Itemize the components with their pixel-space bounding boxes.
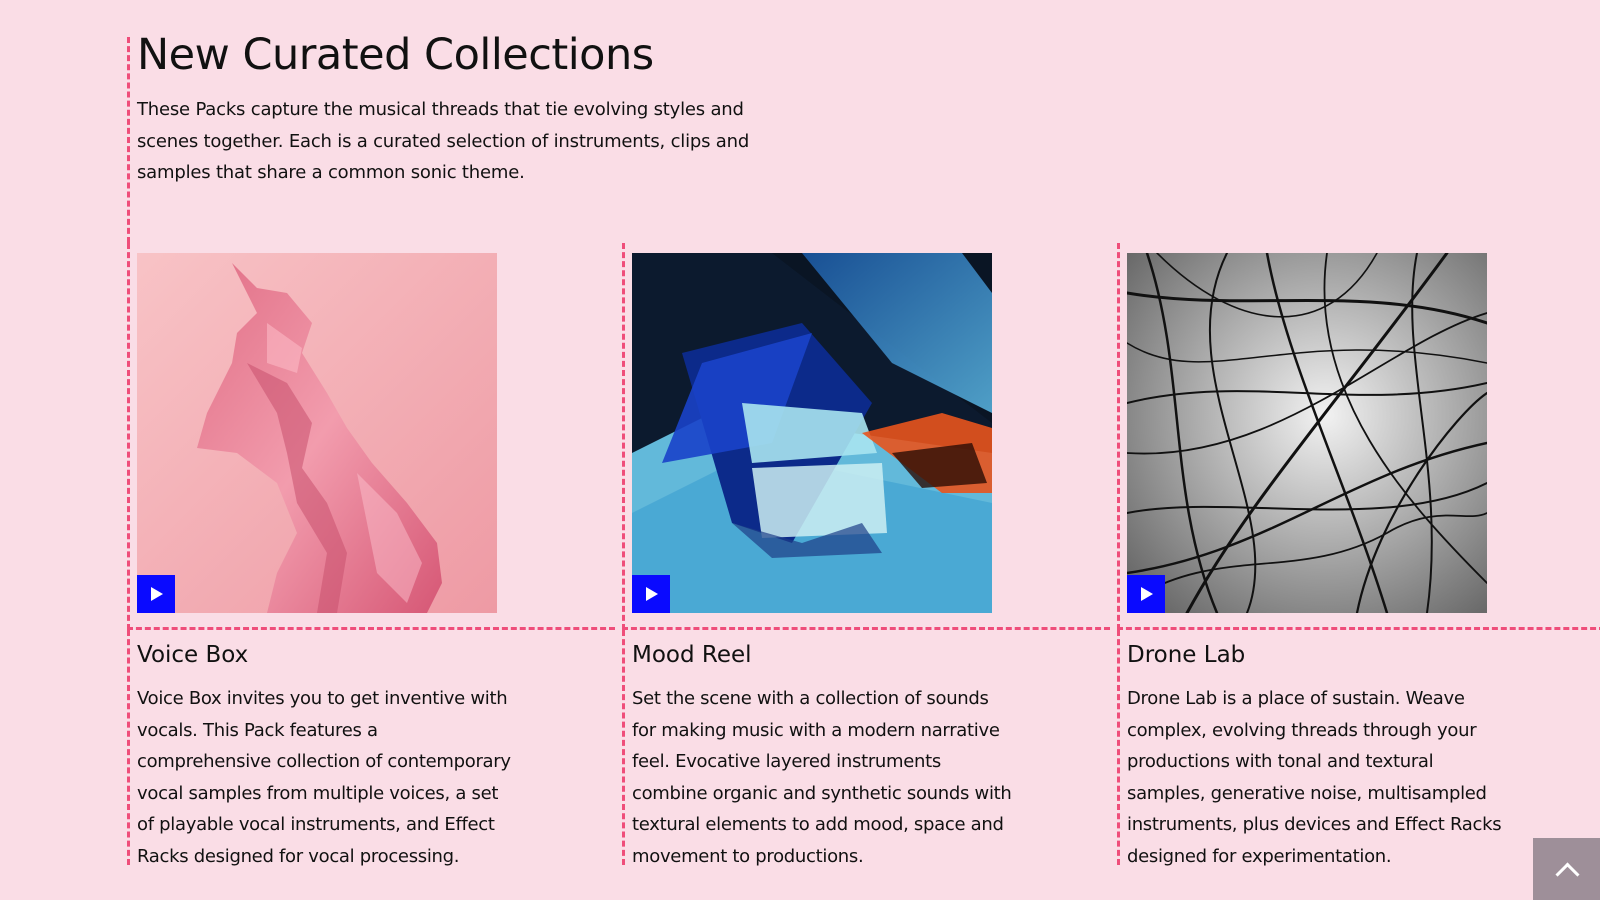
pack-text-zone: Drone Lab Drone Lab is a place of sustai… (1117, 630, 1600, 867)
pack-image-voice-box[interactable] (137, 253, 497, 613)
play-icon (646, 587, 658, 601)
pack-image-zone (622, 243, 1110, 630)
play-button[interactable] (137, 575, 175, 613)
pack-text-zone: Mood Reel Set the scene with a collectio… (622, 630, 1110, 867)
pink-fabric-image (137, 253, 497, 613)
pack-description: Drone Lab is a place of sustain. Weave c… (1127, 688, 1502, 867)
chevron-up-icon (1555, 862, 1580, 887)
pack-title[interactable]: Drone Lab (1127, 640, 1600, 670)
page: New Curated Collections These Packs capt… (0, 0, 1600, 900)
play-button[interactable] (632, 575, 670, 613)
pack-card-drone-lab: Drone Lab Drone Lab is a place of sustai… (1117, 243, 1600, 867)
pack-card-voice-box: Voice Box Voice Box invites you to get i… (127, 243, 615, 867)
play-icon (1141, 587, 1153, 601)
play-button[interactable] (1127, 575, 1165, 613)
black-threads-image (1127, 253, 1487, 613)
collections-intro: New Curated Collections These Packs capt… (127, 30, 749, 243)
glass-prisms-image (632, 253, 992, 613)
section-description: These Packs capture the musical threads … (137, 99, 750, 183)
section-title: New Curated Collections (137, 30, 654, 80)
pack-description: Voice Box invites you to get inventive w… (137, 688, 511, 867)
pack-description: Set the scene with a collection of sound… (632, 688, 1012, 867)
back-to-top-button[interactable] (1533, 838, 1600, 900)
pack-text-zone: Voice Box Voice Box invites you to get i… (127, 630, 615, 867)
pack-title[interactable]: Mood Reel (632, 640, 1110, 670)
pack-card-mood-reel: Mood Reel Set the scene with a collectio… (622, 243, 1110, 867)
pack-title[interactable]: Voice Box (137, 640, 615, 670)
pack-image-drone-lab[interactable] (1127, 253, 1487, 613)
pack-image-zone (1117, 243, 1600, 630)
pack-image-zone (127, 243, 615, 630)
play-icon (151, 587, 163, 601)
pack-image-mood-reel[interactable] (632, 253, 992, 613)
